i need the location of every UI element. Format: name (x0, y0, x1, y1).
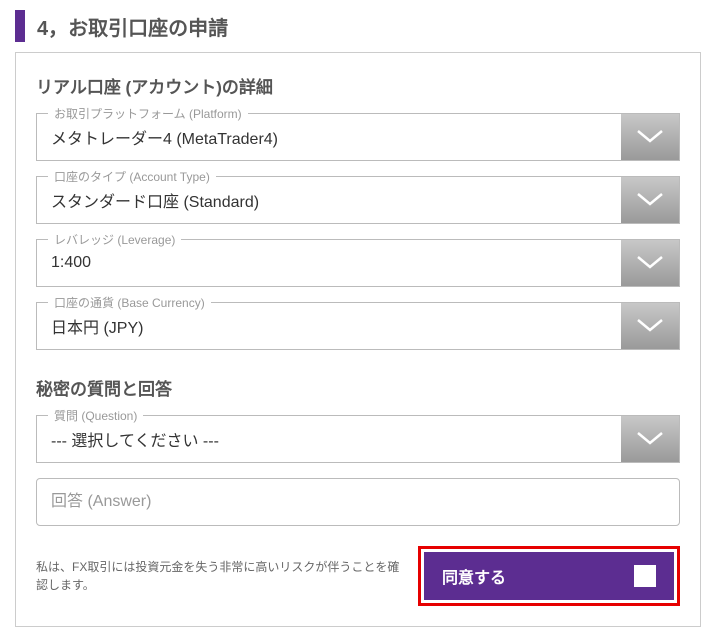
chevron-down-icon (621, 114, 679, 160)
account-type-label: 口座のタイプ (Account Type) (48, 168, 216, 185)
base-currency-label: 口座の通貨 (Base Currency) (48, 294, 211, 311)
secret-question-section: 秘密の質問と回答 質問 (Question) --- 選択してください --- (36, 375, 680, 526)
secret-question-title: 秘密の質問と回答 (36, 375, 680, 400)
agree-label: 同意する (442, 564, 506, 588)
question-field: 質問 (Question) --- 選択してください --- (36, 415, 680, 463)
agree-button[interactable]: 同意する (424, 552, 674, 600)
answer-input-box (36, 478, 680, 526)
chevron-down-icon (621, 240, 679, 286)
real-account-details-title: リアル口座 (アカウント)の詳細 (36, 73, 680, 98)
leverage-field: レバレッジ (Leverage) 1:400 (36, 239, 680, 287)
chevron-down-icon (621, 416, 679, 462)
agree-checkbox[interactable] (634, 565, 656, 587)
question-label: 質問 (Question) (48, 407, 143, 424)
chevron-down-icon (621, 303, 679, 349)
answer-input[interactable] (37, 479, 679, 525)
leverage-label: レバレッジ (Leverage) (48, 231, 181, 248)
risk-disclosure-text: 私は、FX取引には投資元金を失う非常に高いリスクが伴うことを確認します。 (36, 558, 403, 594)
platform-field: お取引プラットフォーム (Platform) メタトレーダー4 (MetaTra… (36, 113, 680, 161)
section-title: 4，お取引口座の申請 (37, 12, 228, 41)
answer-field (36, 478, 680, 526)
agree-row: 私は、FX取引には投資元金を失う非常に高いリスクが伴うことを確認します。 同意す… (36, 546, 680, 606)
platform-label: お取引プラットフォーム (Platform) (48, 105, 248, 122)
agree-button-highlight: 同意する (418, 546, 680, 606)
account-type-field: 口座のタイプ (Account Type) スタンダード口座 (Standard… (36, 176, 680, 224)
section-header: 4，お取引口座の申請 (0, 0, 716, 52)
accent-bar (15, 10, 25, 42)
form-container: リアル口座 (アカウント)の詳細 お取引プラットフォーム (Platform) … (15, 52, 701, 627)
chevron-down-icon (621, 177, 679, 223)
base-currency-field: 口座の通貨 (Base Currency) 日本円 (JPY) (36, 302, 680, 350)
